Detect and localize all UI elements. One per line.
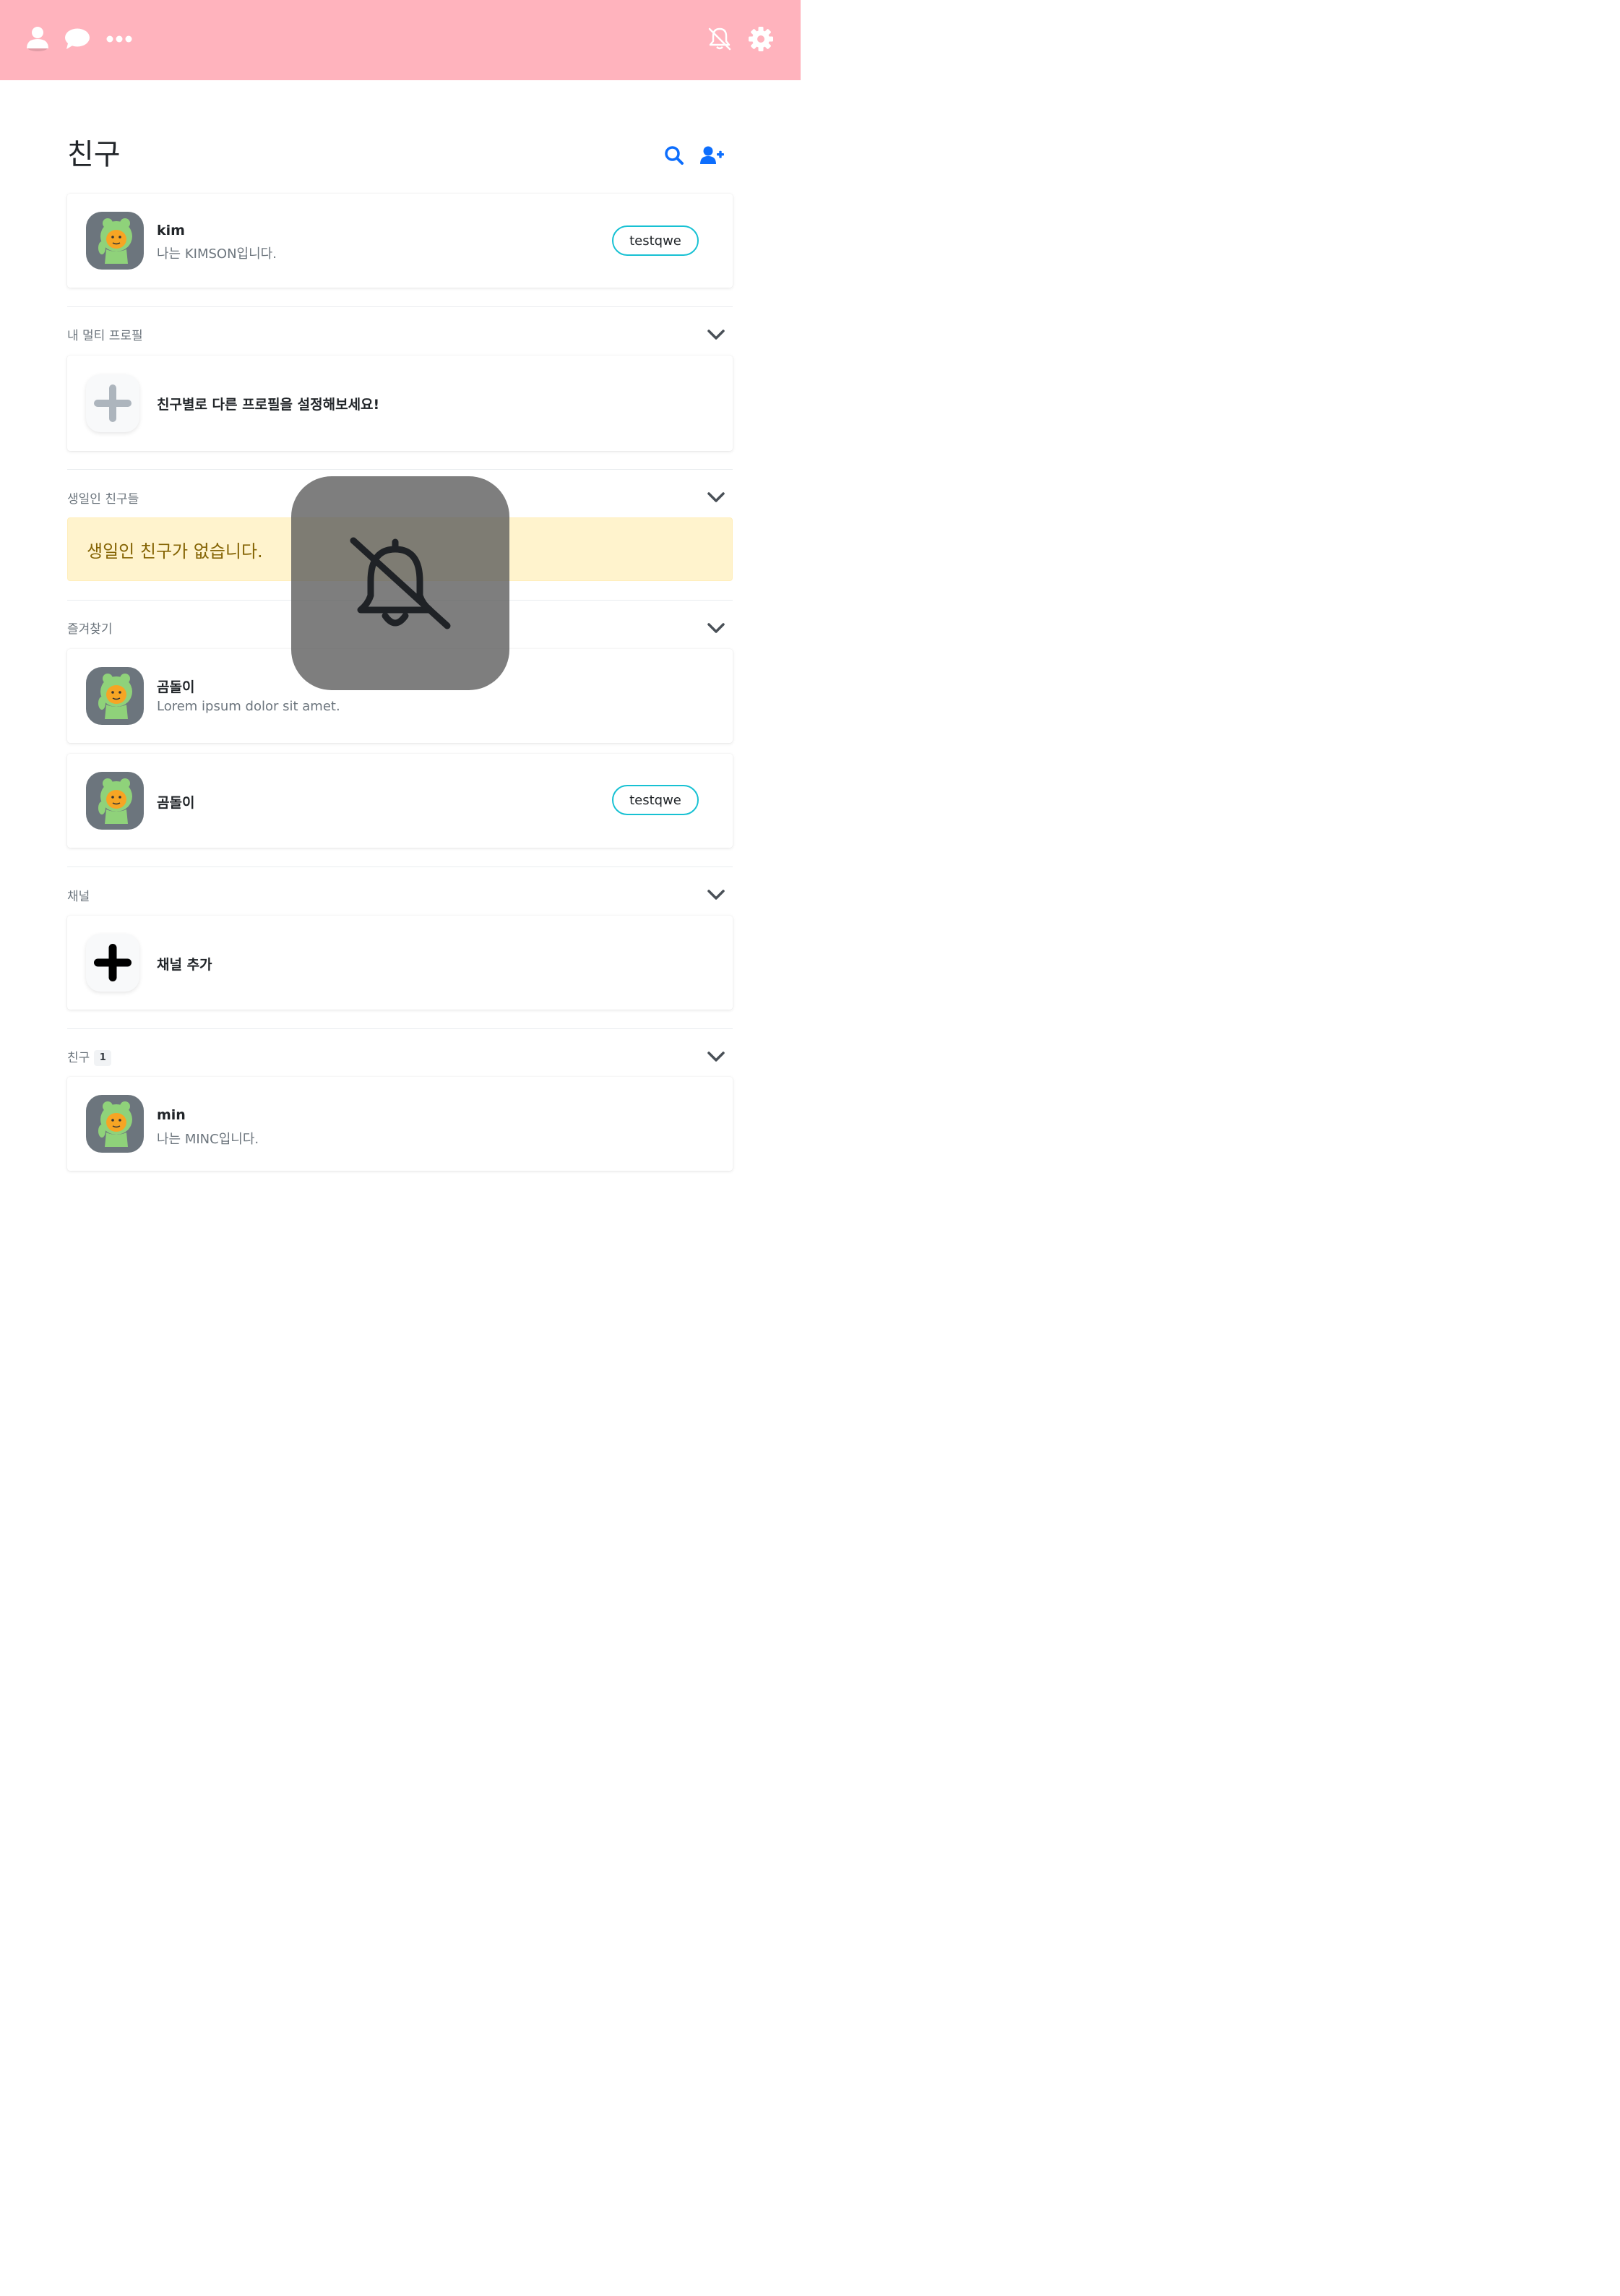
section-label-text: 친구 xyxy=(67,1051,90,1065)
friend-status: Lorem ipsum dolor sit amet. xyxy=(157,699,340,714)
search-icon[interactable] xyxy=(661,142,687,168)
divider xyxy=(67,1028,733,1029)
plus-icon xyxy=(94,944,132,981)
section-label-channel: 채널 xyxy=(67,890,90,904)
bell-slash-icon[interactable] xyxy=(705,25,734,53)
chevron-down-icon[interactable] xyxy=(707,327,725,342)
avatar[interactable] xyxy=(86,667,144,725)
friend-name: 곰돌이 xyxy=(157,795,195,811)
section-label-friends: 친구 1 xyxy=(67,1047,112,1066)
bell-slash-icon xyxy=(350,537,451,629)
more-icon[interactable] xyxy=(105,25,134,53)
add-friend-icon[interactable] xyxy=(699,142,725,168)
my-profile-card[interactable]: kim 나는 KIMSON입니다. testqwe xyxy=(67,194,733,288)
avatar[interactable] xyxy=(86,212,144,270)
profile-status: 나는 KIMSON입니다. xyxy=(157,246,277,262)
channel-cta: 채널 추가 xyxy=(157,957,212,973)
chevron-down-icon[interactable] xyxy=(707,490,725,504)
music-pill[interactable]: testqwe xyxy=(612,225,699,256)
section-label-birthday: 생일인 친구들 xyxy=(67,492,139,507)
channel-card[interactable]: 채널 추가 xyxy=(67,916,733,1010)
divider xyxy=(67,469,733,470)
section-label-favorites: 즐겨찾기 xyxy=(67,622,113,637)
list-item[interactable]: 곰돌이 testqwe xyxy=(67,754,733,848)
profile-name: kim xyxy=(157,223,185,238)
mute-toast xyxy=(291,476,509,690)
friend-name: min xyxy=(157,1107,186,1123)
avatar[interactable] xyxy=(86,772,144,830)
multi-profile-card[interactable]: 친구별로 다른 프로필을 설정해보세요! xyxy=(67,356,733,451)
user-icon[interactable] xyxy=(23,25,52,53)
friend-status: 나는 MINC입니다. xyxy=(157,1132,259,1147)
chevron-down-icon[interactable] xyxy=(707,887,725,902)
friend-count-badge: 1 xyxy=(94,1050,112,1066)
page-title: 친구 xyxy=(67,138,121,171)
divider xyxy=(67,306,733,307)
friend-name: 곰돌이 xyxy=(157,679,195,695)
plus-icon xyxy=(94,384,132,422)
chat-icon[interactable] xyxy=(63,25,92,53)
gear-icon[interactable] xyxy=(746,25,775,53)
birthday-empty-message: 생일인 친구가 없습니다. xyxy=(87,541,263,562)
chevron-down-icon[interactable] xyxy=(707,1049,725,1064)
list-item[interactable]: min 나는 MINC입니다. xyxy=(67,1077,733,1171)
chevron-down-icon[interactable] xyxy=(707,621,725,635)
add-profile-button[interactable] xyxy=(86,374,139,432)
add-channel-button[interactable] xyxy=(86,934,139,992)
avatar[interactable] xyxy=(86,1095,144,1153)
top-bar xyxy=(0,0,801,80)
music-pill[interactable]: testqwe xyxy=(612,785,699,815)
multi-profile-cta: 친구별로 다른 프로필을 설정해보세요! xyxy=(157,397,380,413)
section-label-multi-profile: 내 멀티 프로필 xyxy=(67,329,143,343)
